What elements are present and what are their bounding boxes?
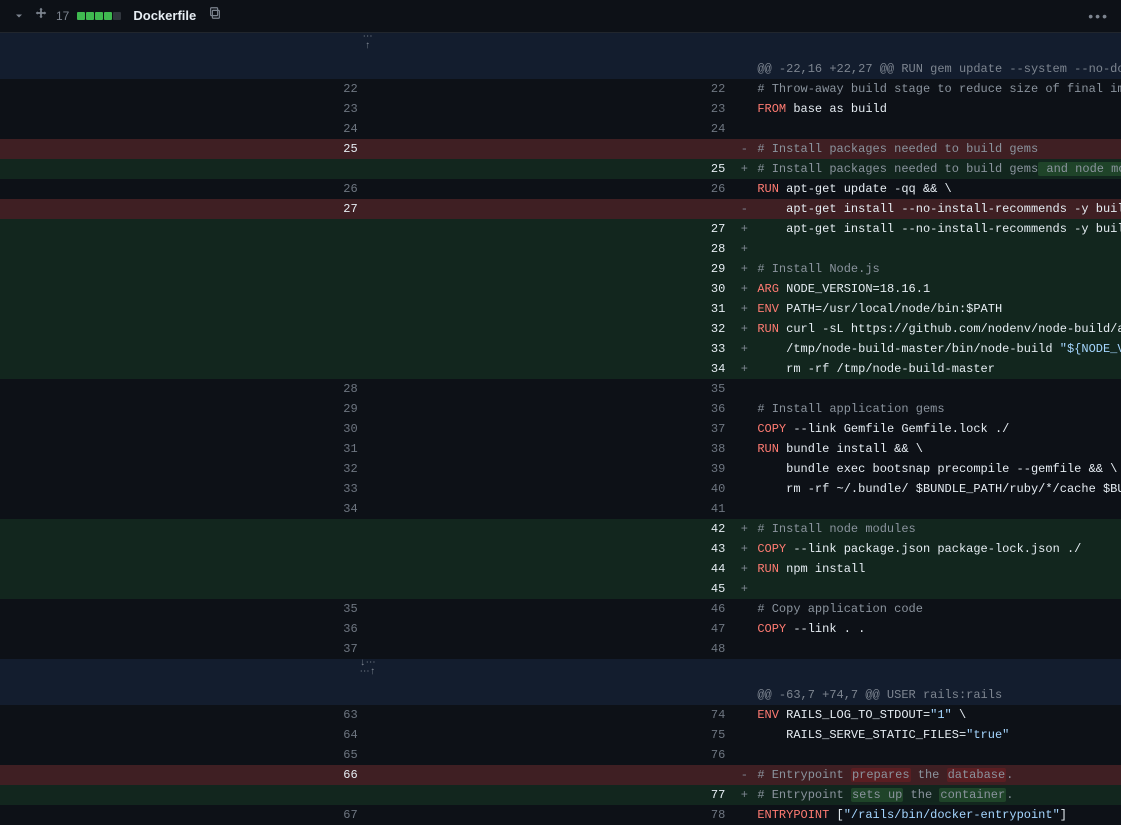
code-line-added: 25 + # Install packages needed to build … <box>0 159 1121 179</box>
code-line-added: 32 + RUN curl -sL https://github.com/nod… <box>0 319 1121 339</box>
code-line: 31 38 RUN bundle install && \ <box>0 439 1121 459</box>
expand-up-row[interactable]: ⋯↑ <box>0 33 1121 59</box>
code-line: 24 24 <box>0 119 1121 139</box>
code-line: 67 78 ENTRYPOINT ["/rails/bin/docker-ent… <box>0 805 1121 825</box>
file-menu-icon[interactable]: ••• <box>1088 6 1109 26</box>
code-line-added: 29 + # Install Node.js <box>0 259 1121 279</box>
code-line-added: 28 + <box>0 239 1121 259</box>
file-name[interactable]: Dockerfile <box>133 6 196 26</box>
code-line-added: 31 + ENV PATH=/usr/local/node/bin:$PATH <box>0 299 1121 319</box>
code-line-deleted: 25 - # Install packages needed to build … <box>0 139 1121 159</box>
code-line: 37 48 <box>0 639 1121 659</box>
code-line-added: 33 + /tmp/node-build-master/bin/node-bui… <box>0 339 1121 359</box>
code-line-added: 34 + rm -rf /tmp/node-build-master <box>0 359 1121 379</box>
diff-table: ⋯↑ @@ -22,16 +22,27 @@ RUN gem update --… <box>0 33 1121 825</box>
code-line: 29 36 # Install application gems <box>0 399 1121 419</box>
code-line-added: 44 + RUN npm install <box>0 559 1121 579</box>
drag-handle-icon[interactable] <box>34 6 48 26</box>
file-header: 17 Dockerfile ••• <box>0 0 1121 33</box>
code-line: 65 76 <box>0 745 1121 765</box>
code-line: 34 41 <box>0 499 1121 519</box>
code-line-added: 30 + ARG NODE_VERSION=18.16.1 <box>0 279 1121 299</box>
change-count: 17 <box>56 6 69 26</box>
code-line: 30 37 COPY --link Gemfile Gemfile.lock .… <box>0 419 1121 439</box>
code-line: 63 74 ENV RAILS_LOG_TO_STDOUT="1" \ <box>0 705 1121 725</box>
code-line: 64 75 RAILS_SERVE_STATIC_FILES="true" <box>0 725 1121 745</box>
hunk-text: @@ -22,16 +22,27 @@ RUN gem update --sys… <box>753 59 1121 79</box>
code-line: 26 26 RUN apt-get update -qq && \ <box>0 179 1121 199</box>
code-line: 22 22 # Throw-away build stage to reduce… <box>0 79 1121 99</box>
code-line-added: 27 + apt-get install --no-install-recomm… <box>0 219 1121 239</box>
diffstat-bar <box>77 12 121 20</box>
code-line-deleted: 27 - apt-get install --no-install-recomm… <box>0 199 1121 219</box>
code-line-added: 77 + # Entrypoint sets up the container. <box>0 785 1121 805</box>
code-line-added: 42 + # Install node modules <box>0 519 1121 539</box>
hunk-header: @@ -22,16 +22,27 @@ RUN gem update --sys… <box>0 59 1121 79</box>
code-line-added: 45 + <box>0 579 1121 599</box>
code-line-added: 43 + COPY --link package.json package-lo… <box>0 539 1121 559</box>
copy-path-icon[interactable] <box>208 6 222 26</box>
code-line: 36 47 COPY --link . . <box>0 619 1121 639</box>
code-line: 23 23 FROM base as build <box>0 99 1121 119</box>
hunk-header: @@ -63,7 +74,7 @@ USER rails:rails <box>0 685 1121 705</box>
collapse-chevron-icon[interactable] <box>12 9 26 23</box>
code-line: 32 39 bundle exec bootsnap precompile --… <box>0 459 1121 479</box>
expand-between-row[interactable]: ↓⋯⋯↑ <box>0 659 1121 685</box>
hunk-text: @@ -63,7 +74,7 @@ USER rails:rails <box>753 685 1121 705</box>
code-line: 33 40 rm -rf ~/.bundle/ $BUNDLE_PATH/rub… <box>0 479 1121 499</box>
code-line: 28 35 <box>0 379 1121 399</box>
code-line-deleted: 66 - # Entrypoint prepares the database. <box>0 765 1121 785</box>
code-line: 35 46 # Copy application code <box>0 599 1121 619</box>
